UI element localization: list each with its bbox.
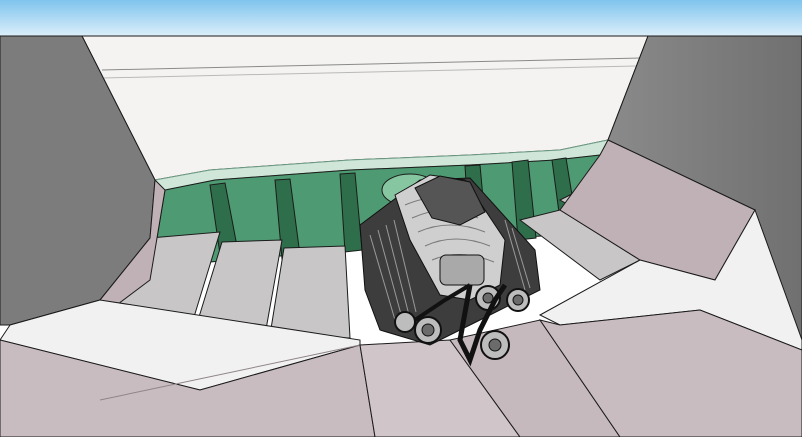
- pulley-bottom-inner: [488, 338, 502, 352]
- engine-bay-scene[interactable]: [0, 0, 802, 437]
- floor-slat-3: [269, 245, 351, 339]
- modeling-viewport[interactable]: [0, 0, 802, 437]
- pulley-small: [394, 311, 416, 333]
- sky: [0, 0, 802, 40]
- pulley-left-inner: [421, 323, 435, 337]
- pulley-right-inner: [512, 294, 524, 306]
- intake-snout: [439, 254, 485, 286]
